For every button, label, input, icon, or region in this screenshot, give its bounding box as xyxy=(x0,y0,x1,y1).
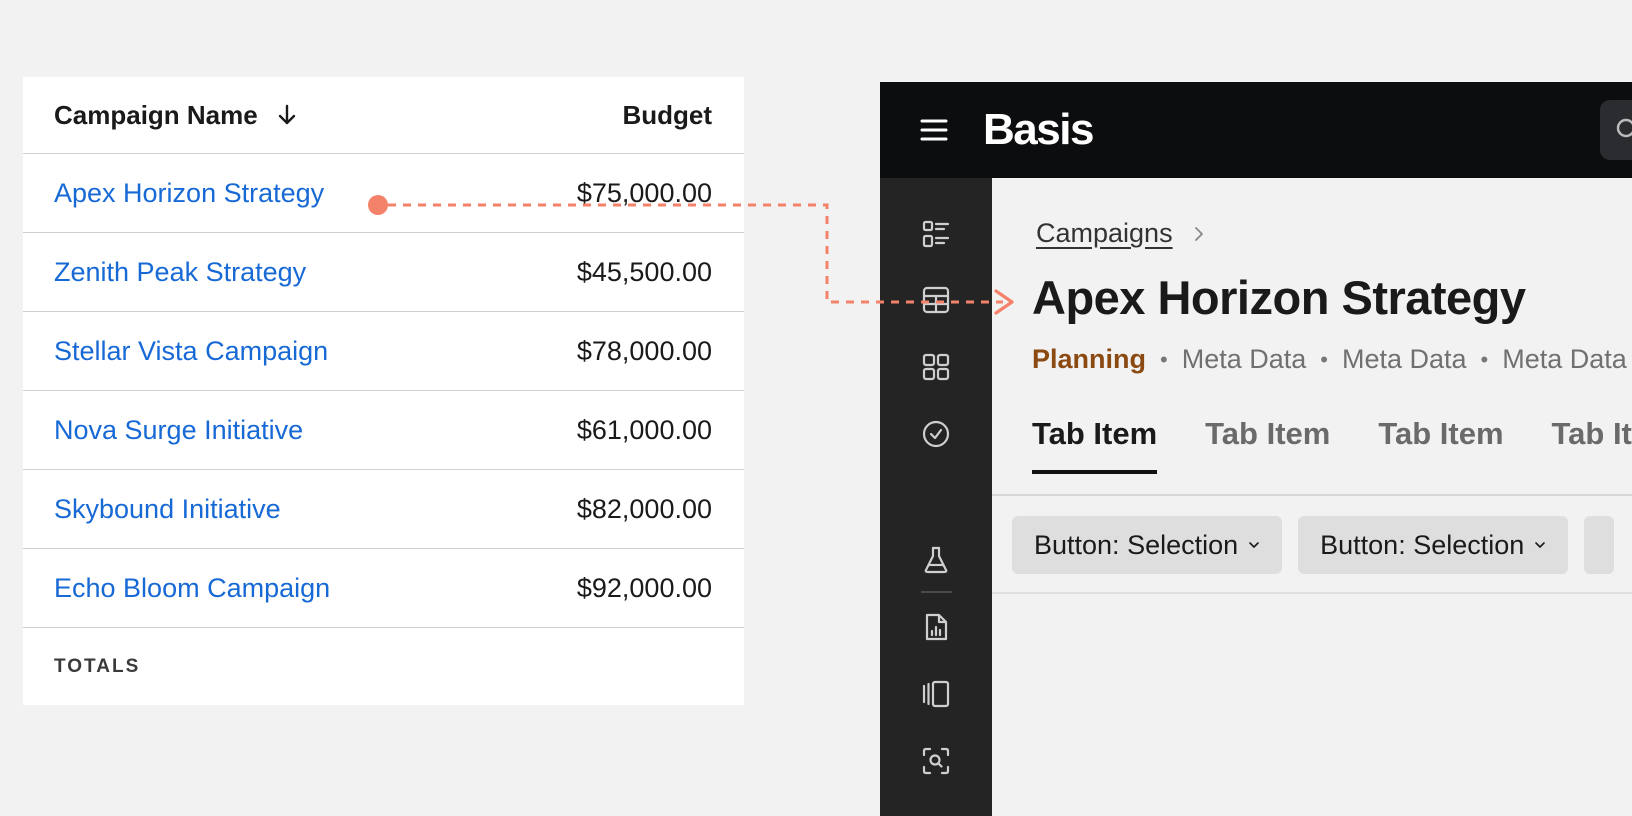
tab-item-3[interactable]: Tab Item xyxy=(1378,416,1503,474)
campaign-link[interactable]: Apex Horizon Strategy xyxy=(54,178,324,209)
campaign-link[interactable]: Nova Surge Initiative xyxy=(54,415,303,446)
hamburger-menu-icon[interactable] xyxy=(920,117,948,143)
tab-bar: Tab Item Tab Item Tab Item Tab Item xyxy=(1032,416,1632,474)
column-header-budget[interactable]: Budget xyxy=(622,100,712,131)
page-title: Apex Horizon Strategy xyxy=(1032,271,1526,324)
breadcrumb: Campaigns xyxy=(1036,218,1205,249)
selection-button-partial[interactable] xyxy=(1584,516,1615,574)
totals-row: TOTALS xyxy=(23,628,744,706)
tab-item-1[interactable]: Tab Item xyxy=(1032,416,1158,474)
campaign-link[interactable]: Zenith Peak Strategy xyxy=(54,257,306,288)
campaign-link[interactable]: Skybound Initiative xyxy=(54,494,281,525)
table-header: Campaign Name Budget xyxy=(23,77,744,154)
table-icon[interactable] xyxy=(918,282,954,318)
side-navigation xyxy=(880,178,992,816)
list-icon[interactable] xyxy=(918,216,954,252)
budget-value: $78,000.00 xyxy=(576,335,712,366)
tab-item-2[interactable]: Tab Item xyxy=(1205,416,1330,474)
filter-toolbar: Button: Selection Button: Selection xyxy=(1012,516,1630,574)
meta-row: Planning • Meta Data • Meta Data • Meta … xyxy=(1032,344,1627,375)
campaign-table: Campaign Name Budget Apex Horizon Strate… xyxy=(23,77,744,705)
check-circle-icon[interactable] xyxy=(918,416,954,452)
top-bar: Basis xyxy=(880,82,1632,178)
selection-button[interactable]: Button: Selection xyxy=(1298,516,1569,574)
campaign-link[interactable]: Stellar Vista Campaign xyxy=(54,336,328,367)
search-icon xyxy=(1614,116,1632,149)
arrow-down-icon[interactable] xyxy=(278,104,296,126)
chevron-down-icon xyxy=(1534,541,1546,549)
report-icon[interactable] xyxy=(918,609,954,645)
budget-value: $75,000.00 xyxy=(576,177,712,208)
brand-logo[interactable]: Basis xyxy=(983,106,1094,154)
scan-search-icon[interactable] xyxy=(918,743,954,779)
toolbar-divider xyxy=(992,592,1632,594)
nav-divider xyxy=(921,591,952,593)
table-row: Echo Bloom Campaign $92,000.00 xyxy=(23,549,744,628)
app-window: Basis Campaigns Apex Horizon Strategy Pl… xyxy=(880,82,1632,816)
budget-value: $82,000.00 xyxy=(576,493,712,524)
budget-value: $92,000.00 xyxy=(576,572,712,603)
separator-dot: • xyxy=(1480,346,1489,372)
tab-item-4[interactable]: Tab Item xyxy=(1552,416,1632,474)
flask-icon[interactable] xyxy=(918,542,954,578)
campaign-link[interactable]: Echo Bloom Campaign xyxy=(54,573,330,604)
meta-data: Meta Data xyxy=(1502,344,1627,374)
meta-data: Meta Data xyxy=(1181,344,1307,374)
table-row: Zenith Peak Strategy $45,500.00 xyxy=(23,233,744,312)
breadcrumb-link-campaigns[interactable]: Campaigns xyxy=(1036,218,1173,249)
selection-button[interactable]: Button: Selection xyxy=(1012,516,1283,574)
table-row: Stellar Vista Campaign $78,000.00 xyxy=(23,312,744,391)
carousel-icon[interactable] xyxy=(918,676,954,712)
table-row: Apex Horizon Strategy $75,000.00 xyxy=(23,154,744,233)
budget-value: $45,500.00 xyxy=(576,256,712,287)
column-header-campaign-name[interactable]: Campaign Name xyxy=(54,100,296,131)
chevron-down-icon xyxy=(1248,541,1260,549)
table-row: Nova Surge Initiative $61,000.00 xyxy=(23,391,744,470)
separator-dot: • xyxy=(1320,346,1328,372)
budget-value: $61,000.00 xyxy=(576,414,712,445)
grid-icon[interactable] xyxy=(918,349,954,385)
tabs-divider xyxy=(992,494,1632,496)
chevron-right-icon xyxy=(1193,226,1205,242)
separator-dot: • xyxy=(1160,346,1168,372)
search-input[interactable] xyxy=(1600,100,1632,160)
main-content: Campaigns Apex Horizon Strategy Planning… xyxy=(992,178,1632,816)
table-row: Skybound Initiative $82,000.00 xyxy=(23,470,744,549)
status-badge: Planning xyxy=(1032,344,1146,374)
totals-label: TOTALS xyxy=(54,656,141,677)
meta-data: Meta Data xyxy=(1341,344,1467,374)
